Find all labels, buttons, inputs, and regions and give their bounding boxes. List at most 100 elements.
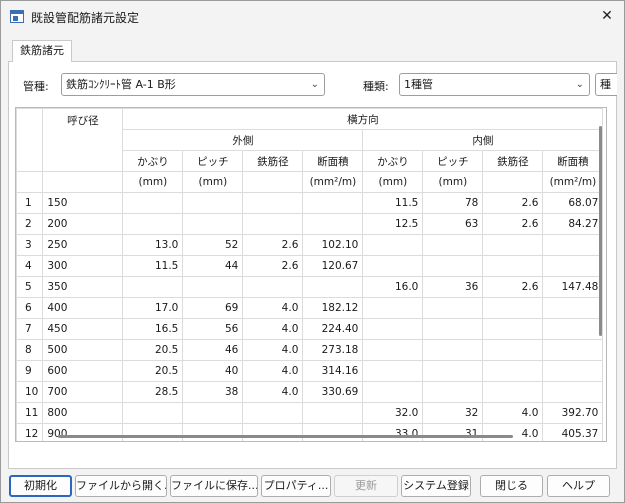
update-button[interactable]: 更新 <box>334 475 398 497</box>
table-cell[interactable]: 17.0 <box>122 297 184 319</box>
table-cell[interactable] <box>482 297 544 319</box>
nominal-diameter-cell[interactable]: 250 <box>42 234 124 256</box>
tab-rebar-specs[interactable]: 鉄筋諸元 <box>12 40 72 62</box>
table-cell[interactable] <box>242 276 304 298</box>
table-cell[interactable] <box>122 192 184 214</box>
table-cell[interactable] <box>422 234 484 256</box>
table-cell[interactable] <box>362 318 424 340</box>
table-cell[interactable]: 2.6 <box>482 276 544 298</box>
table-cell[interactable] <box>482 339 544 361</box>
table-cell[interactable]: 33.0 <box>362 423 424 441</box>
table-cell[interactable]: 2.6 <box>242 255 304 277</box>
table-cell[interactable]: 11.5 <box>122 255 184 277</box>
table-row[interactable]: 12 900 33.0 31 4.0 405.37 <box>16 423 604 441</box>
table-row[interactable]: 9 600 20.5 40 4.0 314.16 <box>16 360 604 382</box>
table-cell[interactable] <box>542 255 604 277</box>
table-cell[interactable]: 16.5 <box>122 318 184 340</box>
table-cell[interactable]: 68.07 <box>542 192 604 214</box>
table-row[interactable]: 1 150 11.5 78 2.6 68.07 <box>16 192 604 214</box>
table-cell[interactable]: 38 <box>182 381 244 403</box>
table-cell[interactable] <box>362 339 424 361</box>
table-row[interactable]: 8 500 20.5 46 4.0 273.18 <box>16 339 604 361</box>
table-cell[interactable] <box>422 339 484 361</box>
table-cell[interactable] <box>482 360 544 382</box>
table-cell[interactable] <box>302 213 364 235</box>
table-cell[interactable]: 69 <box>182 297 244 319</box>
table-cell[interactable]: 44 <box>182 255 244 277</box>
table-cell[interactable] <box>482 381 544 403</box>
table-row[interactable]: 10 700 28.5 38 4.0 330.69 <box>16 381 604 403</box>
nominal-diameter-cell[interactable]: 350 <box>42 276 124 298</box>
table-cell[interactable] <box>302 423 364 441</box>
table-row[interactable]: 7 450 16.5 56 4.0 224.40 <box>16 318 604 340</box>
table-cell[interactable]: 78 <box>422 192 484 214</box>
table-cell[interactable]: 273.18 <box>302 339 364 361</box>
table-cell[interactable]: 4.0 <box>482 402 544 424</box>
table-cell[interactable] <box>362 360 424 382</box>
properties-button[interactable]: プロパティ... <box>261 475 331 497</box>
table-cell[interactable]: 4.0 <box>242 297 304 319</box>
table-cell[interactable] <box>122 402 184 424</box>
table-cell[interactable] <box>122 276 184 298</box>
table-cell[interactable] <box>422 381 484 403</box>
table-cell[interactable]: 40 <box>182 360 244 382</box>
table-cell[interactable] <box>422 255 484 277</box>
table-cell[interactable] <box>302 192 364 214</box>
nominal-diameter-cell[interactable]: 450 <box>42 318 124 340</box>
table-cell[interactable] <box>242 213 304 235</box>
table-cell[interactable] <box>182 276 244 298</box>
table-cell[interactable]: 392.70 <box>542 402 604 424</box>
table-cell[interactable] <box>242 402 304 424</box>
table-row[interactable]: 6 400 17.0 69 4.0 182.12 <box>16 297 604 319</box>
table-cell[interactable]: 147.48 <box>542 276 604 298</box>
table-cell[interactable]: 224.40 <box>302 318 364 340</box>
nominal-diameter-cell[interactable]: 400 <box>42 297 124 319</box>
table-cell[interactable] <box>182 213 244 235</box>
table-cell[interactable]: 4.0 <box>242 339 304 361</box>
table-cell[interactable] <box>542 339 604 361</box>
close-button[interactable]: 閉じる <box>480 475 543 497</box>
table-cell[interactable] <box>422 318 484 340</box>
table-row[interactable]: 11 800 32.0 32 4.0 392.70 <box>16 402 604 424</box>
table-row[interactable]: 2 200 12.5 63 2.6 84.27 <box>16 213 604 235</box>
table-cell[interactable]: 20.5 <box>122 360 184 382</box>
table-cell[interactable]: 20.5 <box>122 339 184 361</box>
table-cell[interactable] <box>182 192 244 214</box>
pipe-type-select[interactable]: 鉄筋ｺﾝｸﾘｰﾄ管 A-1 B形 ⌄ <box>61 73 325 96</box>
table-cell[interactable]: 2.6 <box>482 213 544 235</box>
table-cell[interactable]: 32.0 <box>362 402 424 424</box>
extra-select[interactable]: 種 <box>595 73 617 96</box>
table-cell[interactable] <box>542 360 604 382</box>
initialize-button[interactable]: 初期化 <box>9 475 72 497</box>
help-button[interactable]: ヘルプ <box>547 475 610 497</box>
table-cell[interactable] <box>182 423 244 441</box>
table-cell[interactable]: 31 <box>422 423 484 441</box>
table-cell[interactable]: 63 <box>422 213 484 235</box>
table-cell[interactable]: 405.37 <box>542 423 604 441</box>
table-cell[interactable] <box>422 360 484 382</box>
table-row[interactable]: 5 350 16.0 36 2.6 147.48 <box>16 276 604 298</box>
table-cell[interactable]: 36 <box>422 276 484 298</box>
table-cell[interactable] <box>542 318 604 340</box>
table-cell[interactable] <box>182 402 244 424</box>
table-cell[interactable]: 46 <box>182 339 244 361</box>
table-cell[interactable]: 4.0 <box>242 360 304 382</box>
nominal-diameter-cell[interactable]: 150 <box>42 192 124 214</box>
table-cell[interactable] <box>482 318 544 340</box>
table-cell[interactable] <box>362 381 424 403</box>
table-cell[interactable] <box>482 234 544 256</box>
nominal-diameter-cell[interactable]: 500 <box>42 339 124 361</box>
horizontal-scrollbar[interactable] <box>58 435 513 438</box>
table-cell[interactable]: 56 <box>182 318 244 340</box>
nominal-diameter-cell[interactable]: 800 <box>42 402 124 424</box>
table-cell[interactable] <box>422 297 484 319</box>
table-cell[interactable]: 330.69 <box>302 381 364 403</box>
table-cell[interactable] <box>362 255 424 277</box>
table-cell[interactable] <box>362 297 424 319</box>
table-row[interactable]: 4 300 11.5 44 2.6 120.67 <box>16 255 604 277</box>
nominal-diameter-cell[interactable]: 300 <box>42 255 124 277</box>
system-register-button[interactable]: システム登録 <box>401 475 471 497</box>
table-cell[interactable] <box>122 213 184 235</box>
table-cell[interactable] <box>122 423 184 441</box>
table-cell[interactable] <box>242 192 304 214</box>
